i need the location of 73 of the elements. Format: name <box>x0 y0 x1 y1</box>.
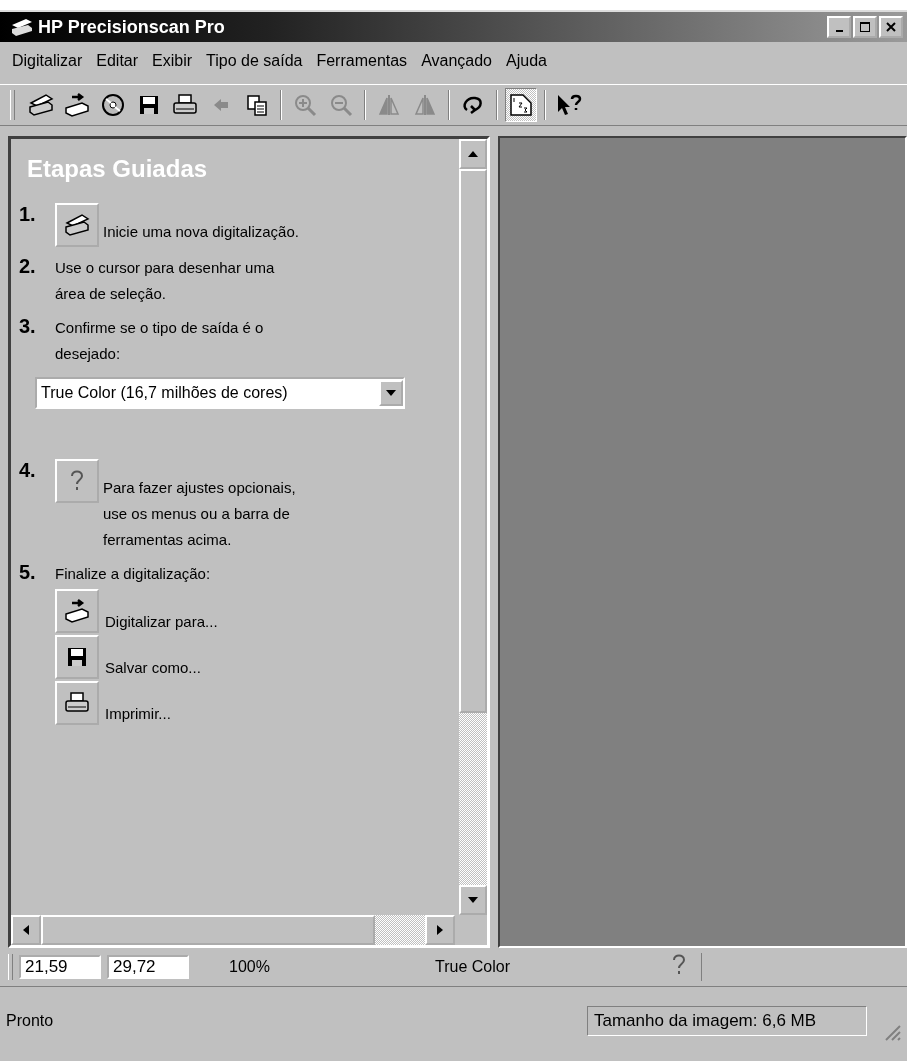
question-mark-icon <box>671 953 687 977</box>
action-button[interactable] <box>55 681 99 725</box>
window-title: HP Precisionscan Pro <box>38 16 225 38</box>
rotate-icon <box>461 94 485 116</box>
close-button[interactable] <box>879 16 903 38</box>
menu-item[interactable]: Avançado <box>421 52 492 74</box>
mirror-icon <box>413 93 437 117</box>
image-size-panel: Tamanho da imagem: 6,6 MB <box>587 1006 867 1036</box>
step-number: 4. <box>19 459 37 483</box>
printer-icon <box>172 93 198 117</box>
zoom-level: 100% <box>229 958 271 976</box>
step-text: Inicie uma nova digitalização. <box>103 222 299 242</box>
zoom-in-icon <box>293 93 317 117</box>
scanner-icon <box>64 213 90 237</box>
help-cursor-icon <box>556 93 582 117</box>
action-button[interactable] <box>55 635 99 679</box>
menu-item[interactable]: Editar <box>96 52 139 74</box>
action-label[interactable]: Salvar como... <box>105 657 201 679</box>
question-mark-icon <box>69 469 85 493</box>
menu-item[interactable]: Tipo de saída <box>206 52 303 74</box>
scroll-thumb[interactable] <box>41 915 375 945</box>
scan-button[interactable] <box>55 203 99 247</box>
action-label[interactable]: Imprimir... <box>105 703 171 725</box>
scroll-thumb[interactable] <box>459 169 487 713</box>
scanner-icon <box>28 93 54 117</box>
width-field[interactable]: 21,59 <box>19 955 101 979</box>
step-number: 3. <box>19 315 37 339</box>
height-field[interactable]: 29,72 <box>107 955 189 979</box>
up-arrow-icon <box>468 151 478 157</box>
printer-icon <box>64 691 90 715</box>
action-label[interactable]: Digitalizar para... <box>105 611 218 633</box>
back-arrow-icon <box>212 96 230 114</box>
output-type-dropdown[interactable]: True Color (16,7 milhões de cores) <box>35 377 405 409</box>
scrollbar-corner <box>455 915 487 945</box>
menu-item[interactable]: Ferramentas <box>316 52 408 74</box>
menu-item[interactable]: Exibir <box>152 52 193 74</box>
scroll-right-button[interactable] <box>425 915 455 945</box>
step-text: Finalize a digitalização: <box>55 564 212 584</box>
step-text: Confirme se o tipo de saída é o desejado: <box>55 318 265 364</box>
maximize-button[interactable] <box>853 16 877 38</box>
scroll-up-button[interactable] <box>459 139 487 169</box>
scroll-left-button[interactable] <box>11 915 41 945</box>
help-button[interactable] <box>55 459 99 503</box>
zoom-out-icon <box>329 93 353 117</box>
scanner-icon <box>10 17 34 37</box>
step-number: 5. <box>19 561 37 585</box>
menu-item[interactable]: Ajuda <box>506 52 547 74</box>
right-arrow-icon <box>437 925 443 935</box>
menu-item[interactable]: Digitalizar <box>12 52 83 74</box>
horizontal-scrollbar[interactable] <box>11 915 487 945</box>
maximize-icon <box>860 22 870 32</box>
copy-icon <box>246 94 268 116</box>
close-icon <box>886 22 896 32</box>
left-arrow-icon <box>23 925 29 935</box>
minimize-icon <box>835 29 843 32</box>
minimize-button[interactable] <box>827 16 851 38</box>
scroll-down-button[interactable] <box>459 885 487 915</box>
step-text: Para fazer ajustes opcionais, use os menus ou a barra de ferramentas acima. <box>103 478 297 550</box>
mirror-icon <box>377 93 401 117</box>
panel-title: Etapas Guiadas <box>27 155 209 183</box>
action-button[interactable] <box>55 589 99 633</box>
vertical-scrollbar[interactable] <box>459 139 487 915</box>
disc-icon <box>101 93 125 117</box>
scanner-arrow-icon <box>64 93 90 117</box>
step-number: 2. <box>19 255 37 279</box>
step-number: 1. <box>19 203 37 227</box>
down-arrow-icon <box>468 897 478 903</box>
output-type-label: True Color <box>435 958 511 976</box>
page-order-icon <box>509 93 533 117</box>
status-message: Pronto <box>6 1012 55 1030</box>
toolbar-button[interactable] <box>505 88 537 122</box>
scanner-arrow-icon <box>64 599 90 623</box>
step-text: Use o cursor para desenhar uma área de seleção. <box>55 258 276 304</box>
